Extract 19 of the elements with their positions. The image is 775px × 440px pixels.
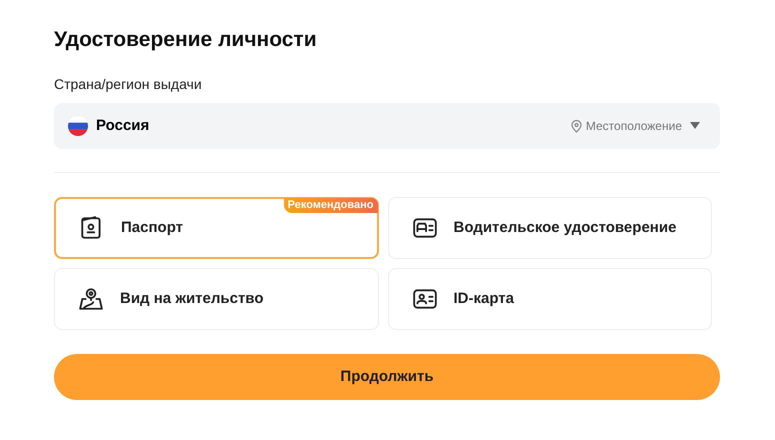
country-select[interactable]: Россия Местоположение — [54, 103, 720, 149]
caret-icon — [690, 122, 700, 130]
flag-icon — [68, 116, 88, 136]
option-label: ID-карта — [454, 288, 514, 309]
map-pin-icon — [78, 286, 104, 312]
option-label: Водительское удостоверение — [454, 218, 676, 238]
location-pin-icon — [570, 120, 582, 132]
page-title: Удостоверение личности — [54, 27, 318, 53]
recommended-badge: Рекомендовано — [284, 198, 378, 213]
document-option[interactable]: Паспорт Рекомендовано — [54, 197, 378, 259]
option-label: Паспорт — [121, 218, 183, 238]
document-option[interactable]: ID-карта — [388, 268, 712, 330]
country-name: Россия — [96, 116, 150, 136]
location-text: Местоположение — [586, 118, 682, 135]
option-label: Вид на жительство — [120, 288, 264, 309]
document-option[interactable]: Вид на жительство — [54, 268, 378, 330]
document-option[interactable]: Водительское удостоверение — [388, 197, 712, 259]
field-label: Страна/регион выдачи — [54, 75, 203, 94]
continue-button[interactable]: Продолжить — [54, 354, 720, 400]
